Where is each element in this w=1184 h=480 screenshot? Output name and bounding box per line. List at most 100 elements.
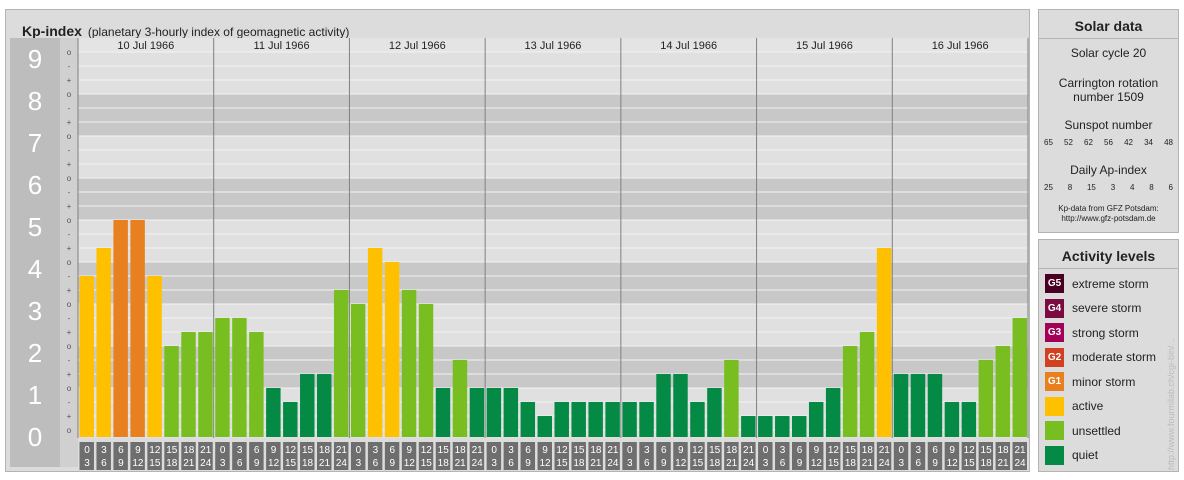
- interval-start-label: 12: [828, 445, 840, 456]
- interval-end-label: 6: [780, 458, 786, 469]
- kp-bar: [333, 290, 349, 437]
- legend-label: extreme storm: [1072, 276, 1149, 291]
- solar-data-title: Solar data: [1074, 18, 1143, 34]
- carrington-line1: Carrington rotation: [1058, 76, 1159, 90]
- interval-start-label: 6: [525, 445, 531, 456]
- interval-end-label: 18: [573, 458, 585, 469]
- legend-item: G3 strong storm: [1045, 323, 1139, 342]
- ap-values: 25 8 15 3 4 8 6: [1044, 183, 1173, 192]
- y-minor-label: -: [68, 356, 71, 365]
- interval-start-label: 18: [862, 445, 874, 456]
- interval-start-label: 15: [302, 445, 314, 456]
- kp-bar: [554, 401, 569, 437]
- y-minor-label: -: [68, 104, 71, 113]
- interval-start-label: 18: [590, 445, 602, 456]
- y-minor-label: -: [68, 398, 71, 407]
- kp-bar: [232, 317, 247, 437]
- interval-start-label: 6: [118, 445, 124, 456]
- legend-swatch: [1045, 421, 1064, 440]
- kp-bar: [825, 388, 841, 437]
- interval-start-label: 12: [556, 445, 568, 456]
- interval-end-label: 24: [200, 458, 212, 469]
- legend-swatch: G2: [1045, 347, 1064, 367]
- day-label: 11 Jul 1966: [254, 40, 310, 52]
- kp-bar: [944, 401, 960, 437]
- y-minor-label: o: [67, 132, 72, 141]
- interval-start-label: 18: [319, 445, 331, 456]
- interval-start-label: 9: [407, 445, 413, 456]
- interval-start-label: 9: [271, 445, 277, 456]
- interval-start-label: 21: [879, 445, 891, 456]
- interval-end-label: 3: [84, 458, 90, 469]
- kp-bar: [605, 401, 620, 437]
- ap-value: 25: [1044, 183, 1053, 192]
- interval-start-label: 15: [709, 445, 721, 456]
- interval-end-label: 21: [319, 458, 331, 469]
- interval-start-label: 9: [542, 445, 548, 456]
- kp-bar: [741, 416, 756, 437]
- kp-bar: [401, 290, 417, 437]
- kp-bar: [130, 220, 145, 437]
- kp-bar: [198, 332, 213, 437]
- day-label: 15 Jul 1966: [796, 40, 853, 52]
- legend-title: Activity levels: [1061, 248, 1156, 264]
- interval-start-label: 9: [814, 445, 820, 456]
- kp-bar: [79, 275, 94, 437]
- y-tick-label: 7: [28, 128, 42, 158]
- interval-end-label: 21: [997, 458, 1009, 469]
- sunspot-value: 52: [1064, 138, 1073, 147]
- interval-end-label: 15: [285, 458, 297, 469]
- y-minor-label: -: [68, 146, 71, 155]
- interval-start-label: 0: [763, 445, 769, 456]
- interval-start-label: 3: [101, 445, 107, 456]
- kp-bar: [215, 317, 230, 437]
- interval-start-label: 3: [644, 445, 650, 456]
- kp-bar: [1012, 317, 1027, 437]
- y-tick-label: 2: [28, 338, 42, 368]
- solar-data-panel: Solar data Solar cycle 20 Carrington rot…: [1038, 9, 1179, 233]
- legend-label: active: [1072, 399, 1104, 413]
- y-tick-label: 3: [28, 296, 42, 326]
- kp-bar: [96, 248, 111, 437]
- kp-bar: [300, 374, 315, 437]
- y-minor-label: +: [67, 244, 72, 253]
- interval-end-label: 24: [743, 458, 755, 469]
- interval-start-label: 6: [797, 445, 803, 456]
- interval-end-label: 21: [862, 458, 874, 469]
- interval-start-label: 0: [84, 445, 90, 456]
- kp-bar: [876, 248, 892, 437]
- interval-end-label: 12: [132, 458, 144, 469]
- interval-start-label: 3: [780, 445, 786, 456]
- interval-start-label: 0: [220, 445, 226, 456]
- sunspot-title: Sunspot number: [1064, 118, 1153, 132]
- ap-title: Daily Ap-index: [1070, 163, 1147, 177]
- y-tick-label: 5: [28, 212, 42, 242]
- watermark: http://www.fourmilab.ch/cgi-bin/...: [1166, 337, 1176, 470]
- y-minor-label: -: [68, 62, 71, 71]
- interval-end-label: 3: [763, 458, 769, 469]
- kp-bar: [317, 374, 332, 437]
- interval-start-label: 0: [898, 445, 904, 456]
- kp-bar: [622, 401, 637, 437]
- y-minor-label: +: [67, 202, 72, 211]
- kp-bar: [639, 401, 654, 437]
- sunspot-value: 62: [1084, 138, 1093, 147]
- y-minor-label: +: [67, 160, 72, 169]
- legend-item: G5 extreme storm: [1045, 274, 1149, 293]
- legend-item: G2 moderate storm: [1045, 347, 1156, 367]
- interval-start-label: 3: [237, 445, 243, 456]
- kp-bar: [503, 388, 519, 437]
- interval-end-label: 18: [302, 458, 314, 469]
- kp-bar: [537, 416, 552, 437]
- interval-end-label: 9: [797, 458, 803, 469]
- interval-start-label: 6: [932, 445, 938, 456]
- interval-start-label: 21: [607, 445, 619, 456]
- interval-end-label: 6: [237, 458, 243, 469]
- legend-item: quiet: [1045, 445, 1098, 465]
- y-minor-label: o: [67, 90, 72, 99]
- kp-bar-chart: 0123456789o+-o+-o+-o+-o+-o+-o+-o+-o+-o10…: [10, 38, 1029, 470]
- y-tick-label: 0: [28, 422, 42, 452]
- divider: [1039, 268, 1178, 269]
- grid-band: [78, 136, 1028, 178]
- legend-swatch: G3: [1045, 323, 1064, 342]
